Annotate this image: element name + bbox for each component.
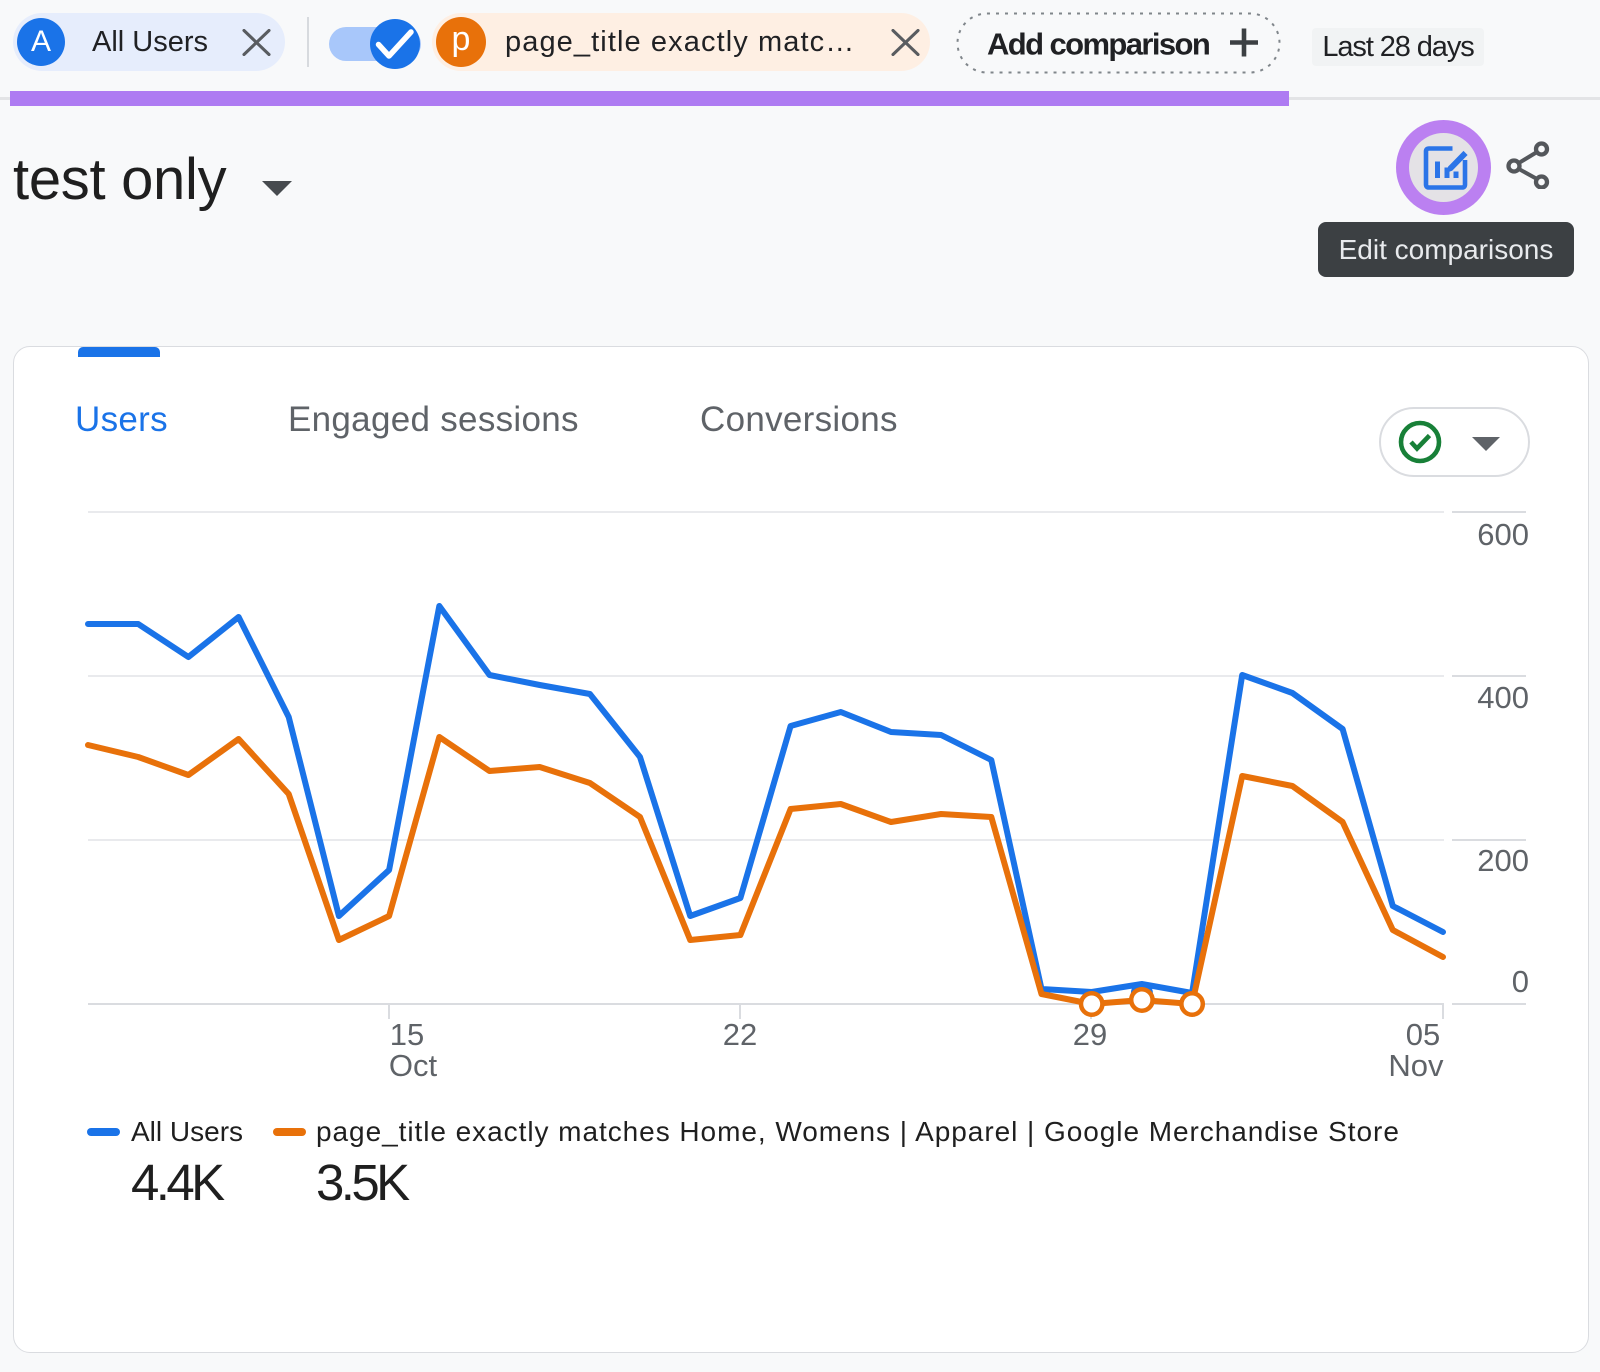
svg-text:Add comparison: Add comparison: [987, 27, 1210, 62]
svg-text:Oct: Oct: [389, 1048, 438, 1080]
svg-text:15: 15: [390, 1017, 424, 1052]
svg-text:200: 200: [1477, 843, 1529, 878]
svg-text:29: 29: [1073, 1017, 1107, 1052]
svg-text:Nov: Nov: [1388, 1048, 1444, 1080]
svg-text:400: 400: [1477, 680, 1529, 715]
svg-text:22: 22: [723, 1017, 757, 1052]
svg-text:05: 05: [1406, 1017, 1440, 1052]
svg-text:0: 0: [1512, 964, 1529, 999]
svg-text:600: 600: [1477, 517, 1529, 552]
